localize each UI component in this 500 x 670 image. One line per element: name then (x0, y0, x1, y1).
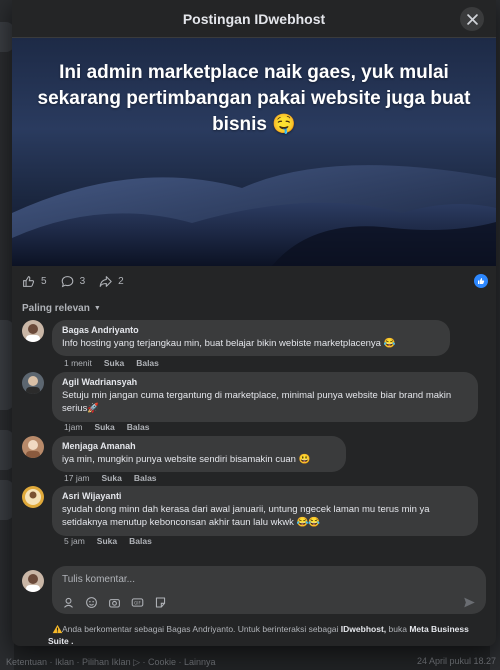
comment-author[interactable]: Menjaga Amanah (62, 441, 336, 451)
commenting-as-notice: Anda berkomentar sebagai Bagas Andriyant… (48, 623, 488, 646)
post-stats-bar: 5 3 2 (12, 266, 496, 296)
reply-link[interactable]: Balas (129, 536, 152, 546)
reactions-value: 5 (41, 275, 47, 287)
like-reaction-badge (474, 274, 488, 288)
reply-link[interactable]: Balas (134, 473, 157, 483)
comment-input[interactable]: Tulis komentar... GIF (52, 566, 486, 614)
comment-composer: Tulis komentar... GIF (22, 566, 486, 616)
post-modal: Postingan IDwebhost Ini admin marketplac… (12, 0, 496, 646)
background-footer-links[interactable]: Ketentuan · Iklan · Pilihan Iklan ▷ · Co… (6, 657, 216, 668)
reply-link[interactable]: Balas (127, 422, 150, 432)
comment-text: Setuju min jangan cuma tergantung di mar… (62, 390, 452, 415)
notice-prefix: Anda berkomentar sebagai Bagas Andriyant… (62, 624, 339, 634)
avatar-image (22, 436, 44, 458)
avatar[interactable] (22, 372, 44, 394)
like-link[interactable]: Suka (97, 536, 117, 546)
sort-dropdown[interactable]: Paling relevan ▼ (12, 296, 496, 320)
like-link[interactable]: Suka (102, 473, 122, 483)
sticker-icon[interactable] (154, 596, 167, 609)
avatar-image (22, 486, 44, 508)
avatar[interactable] (22, 486, 44, 508)
composer-toolbar: GIF (62, 596, 167, 609)
thumbs-up-icon (478, 278, 485, 284)
comment-meta: 1 menit Suka Balas (64, 358, 159, 368)
send-button[interactable] (463, 596, 476, 614)
comment-meta: 5 jam Suka Balas (64, 536, 152, 546)
close-icon (466, 13, 478, 25)
comments-value: 3 (79, 275, 86, 287)
like-link[interactable]: Suka (104, 358, 124, 368)
comment-author[interactable]: Agil Wadriansyah (62, 377, 468, 387)
comment-meta: 1jam Suka Balas (64, 422, 149, 432)
reply-link[interactable]: Balas (136, 358, 159, 368)
comment-author[interactable]: Bagas Andriyanto (62, 325, 440, 335)
comment-text: iya min, mungkin punya website sendiri b… (62, 454, 311, 465)
comment-bubble: Menjaga Amanah iya min, mungkin punya we… (52, 436, 346, 473)
modal-title: Postingan IDwebhost (182, 10, 326, 27)
comment-text: Info hosting yang terjangkau min, buat b… (62, 338, 396, 349)
send-icon (464, 597, 475, 608)
current-user-avatar[interactable] (22, 570, 44, 592)
comment-meta: 17 jam Suka Balas (64, 473, 157, 483)
notice-page-name[interactable]: IDwebhost, (341, 624, 386, 634)
avatar[interactable] (22, 436, 44, 458)
gif-icon[interactable]: GIF (131, 596, 144, 609)
comment-author[interactable]: Asri Wijayanti (62, 491, 468, 501)
comment-text: syudah dong minn dah kerasa dari awal ja… (62, 504, 430, 529)
comment-bubble: Bagas Andriyanto Info hosting yang terja… (52, 320, 450, 357)
comment-input-placeholder: Tulis komentar... (62, 574, 135, 585)
avatar-sticker-icon[interactable] (62, 596, 75, 609)
comment-icon (61, 275, 73, 287)
avatar-image (22, 570, 44, 592)
comment-time[interactable]: 17 jam (64, 473, 90, 483)
comment-bubble: Agil Wadriansyah Setuju min jangan cuma … (52, 372, 478, 422)
comments-count[interactable]: 3 (61, 275, 86, 288)
like-icon (23, 275, 35, 287)
comment-time[interactable]: 1 menit (64, 358, 92, 368)
notice-middle: buka (388, 624, 407, 634)
modal-header: Postingan IDwebhost (12, 0, 496, 38)
camera-icon[interactable] (108, 596, 121, 609)
emoji-icon[interactable] (85, 596, 98, 609)
post-image[interactable]: Ini admin marketplace naik gaes, yuk mul… (12, 38, 496, 266)
close-button[interactable] (460, 7, 484, 31)
post-caption: Ini admin marketplace naik gaes, yuk mul… (37, 62, 471, 135)
like-link[interactable]: Suka (94, 422, 114, 432)
share-icon (99, 275, 112, 287)
comment-bubble: Asri Wijayanti syudah dong minn dah kera… (52, 486, 478, 536)
comment-time[interactable]: 1jam (64, 422, 82, 432)
avatar-image (22, 320, 44, 342)
shares-count[interactable]: 2 (99, 275, 124, 288)
background-timestamp: 24 April pukul 18.27 (416, 656, 496, 666)
avatar[interactable] (22, 320, 44, 342)
shares-value: 2 (118, 275, 124, 287)
comment-time[interactable]: 5 jam (64, 536, 85, 546)
svg-text:GIF: GIF (134, 600, 141, 605)
chevron-down-icon: ▼ (93, 304, 101, 312)
sort-label: Paling relevan (22, 302, 90, 314)
reactions-count[interactable]: 5 (22, 275, 47, 288)
avatar-image (22, 372, 44, 394)
